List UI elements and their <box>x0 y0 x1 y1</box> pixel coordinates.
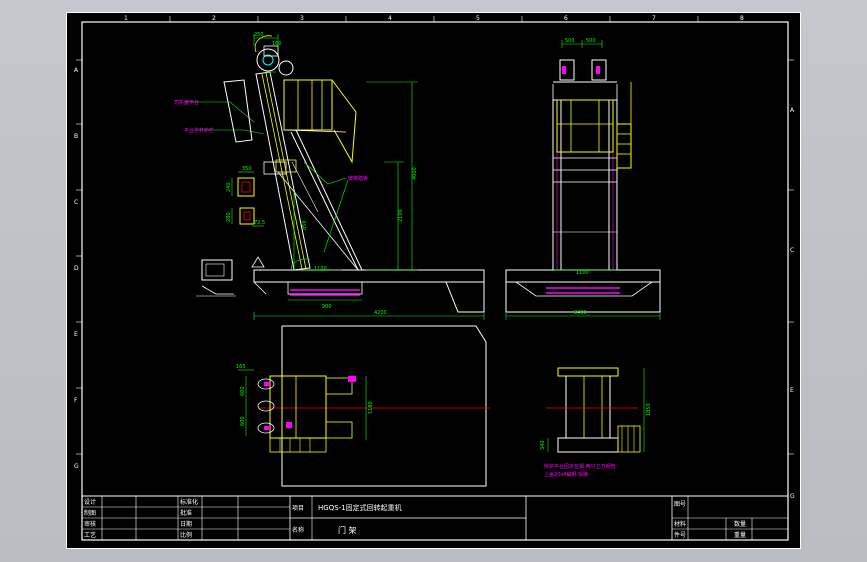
zone-letter: E <box>790 387 794 394</box>
dim-850: 850 <box>302 220 308 230</box>
zone-letter: D <box>74 265 79 272</box>
zone-letter: A <box>790 107 795 114</box>
dim-1850: 1850 <box>646 403 652 416</box>
zone-number: 5 <box>476 15 480 22</box>
end-elevation-view: 500 500 1100 3400 <box>505 38 661 320</box>
zone-marks <box>76 16 794 455</box>
zone-letter: F <box>74 397 78 404</box>
zone-letter: G <box>790 493 795 500</box>
tb-label: 材料 <box>674 520 686 528</box>
note-cab-platform: 司机室平台 <box>174 99 199 106</box>
dim-240: 240 <box>226 182 232 192</box>
dim-500-right: 500 <box>586 38 596 44</box>
dim-2100: 2100 <box>398 209 404 222</box>
dim-165: 165 <box>236 364 246 370</box>
zone-letter: B <box>74 133 78 140</box>
tb-label: 制图 <box>84 509 96 517</box>
plan-view: 165 600 600 1180 <box>236 325 490 487</box>
dim-500-left: 500 <box>565 38 575 44</box>
note-ladder: 爬梯踏板 <box>348 175 368 182</box>
dim-1100: 1100 <box>314 266 327 272</box>
tb-name-label: 名称 <box>292 526 304 534</box>
drawing-canvas: A B C D E F G A C E G 1 2 3 4 5 6 7 8 25… <box>66 12 801 549</box>
zone-letter: G <box>74 463 79 470</box>
zone-letter: C <box>790 247 794 254</box>
tb-label: 工艺 <box>84 531 96 539</box>
dim-600-top: 600 <box>240 386 246 396</box>
dim-3400: 3400 <box>574 310 587 316</box>
detail-views: 240 350 280 72.5 <box>196 166 265 297</box>
dim-350: 350 <box>242 166 252 172</box>
dim-725: 72.5 <box>254 220 265 226</box>
outer-border <box>66 12 801 549</box>
tb-label: 图号 <box>674 501 686 508</box>
zone-number: 2 <box>212 15 216 22</box>
dim-280: 280 <box>226 212 232 222</box>
zone-number: 6 <box>564 15 568 22</box>
dim-250: 250 <box>254 32 264 38</box>
tb-label: 重量 <box>734 531 746 539</box>
tb-label: 审核 <box>84 520 96 528</box>
cad-viewport: A B C D E F G A C E G 1 2 3 4 5 6 7 8 25… <box>0 0 867 562</box>
dim-1180: 1180 <box>368 401 374 414</box>
tb-label: 比例 <box>180 531 192 539</box>
zone-number: 3 <box>300 15 304 22</box>
dim-900: 900 <box>322 304 332 310</box>
dim-600-bottom: 600 <box>240 416 246 426</box>
drawing-sheet: A B C D E F G A C E G 1 2 3 4 5 6 7 8 25… <box>66 12 801 549</box>
tb-project-name: HGQS-1固定式回转起重机 <box>318 503 402 512</box>
rail-note-1: 侧护平台固定在钢 两只立方钢管 <box>544 463 616 470</box>
note-railing: 平台栏杆护栏 <box>184 127 214 134</box>
zone-letter: A <box>74 67 79 74</box>
section-view: 1850 340 侧护平台固定在钢 两只立方钢管 上盖20x4扁钢 焊接 <box>540 367 652 478</box>
zone-letter: E <box>74 331 78 338</box>
zone-number: 1 <box>124 15 128 22</box>
zone-letter: C <box>74 199 78 206</box>
zone-number: 7 <box>652 15 656 22</box>
dim-4200: 4200 <box>374 310 387 316</box>
tb-label: 数量 <box>734 520 746 528</box>
dim-1100-end: 1100 <box>576 270 589 276</box>
dim-160: 160 <box>272 41 282 47</box>
zone-number: 8 <box>740 15 744 22</box>
tb-name-value: 门 架 <box>338 525 357 535</box>
tb-label: 批准 <box>180 509 192 517</box>
tb-label: 日期 <box>180 520 192 528</box>
tb-label: 标准化 <box>180 498 198 506</box>
tb-label: 件号 <box>674 531 686 539</box>
zone-number: 4 <box>388 15 392 22</box>
dim-340: 340 <box>540 440 546 450</box>
tb-project-label: 项目 <box>292 505 304 512</box>
side-elevation-view: 250 160 4000 2100 850 1100 900 4200 司机室平… <box>174 32 485 320</box>
tb-label: 设计 <box>84 498 96 506</box>
rail-note-2: 上盖20x4扁钢 焊接 <box>544 471 588 478</box>
dim-4000: 4000 <box>412 167 418 180</box>
